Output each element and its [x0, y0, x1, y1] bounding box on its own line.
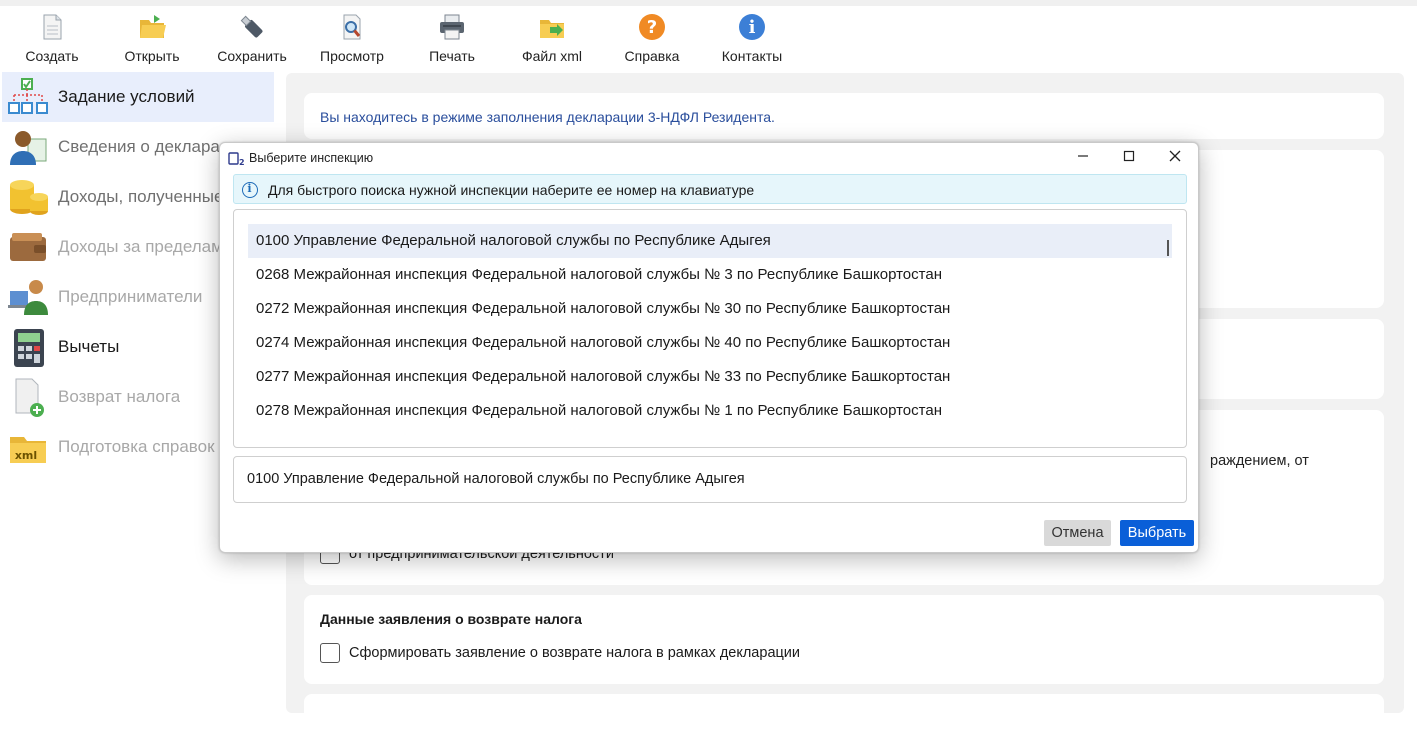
- search-hint-banner: Для быстрого поиска нужной инспекции наб…: [233, 174, 1187, 204]
- refund-application-checkbox[interactable]: [320, 643, 340, 663]
- xml-folder-icon: [537, 12, 567, 42]
- top-strip: [0, 0, 1417, 6]
- toolbar: Создать Открыть Сохранить Просмотр Печат…: [0, 8, 1417, 68]
- dialog-titlebar[interactable]: 2 Выберите инспекцию: [220, 143, 1198, 173]
- selected-inspection-value: 0100 Управление Федеральной налоговой сл…: [247, 471, 745, 487]
- income-option-fragment: раждением, от: [1210, 453, 1309, 469]
- svg-text:2: 2: [239, 158, 244, 167]
- refund-card: Данные заявления о возврате налога Сформ…: [304, 595, 1384, 684]
- mode-info-card: Вы находитесь в режиме заполнения деклар…: [304, 93, 1384, 139]
- inspection-list-item[interactable]: 0100 Управление Федеральной налоговой сл…: [248, 224, 1172, 258]
- inspection-list-item[interactable]: 0274 Межрайонная инспекция Федеральной н…: [248, 326, 1172, 360]
- info-icon: i: [737, 12, 767, 42]
- inspection-list-item[interactable]: 0278 Межрайонная инспекция Федеральной н…: [248, 394, 1172, 428]
- printer-icon: [437, 12, 467, 42]
- svg-text:xml: xml: [15, 449, 37, 462]
- inspection-list-item[interactable]: 0268 Межрайонная инспекция Федеральной н…: [248, 258, 1172, 292]
- sidebar-item-label: Подготовка справок: [58, 437, 215, 456]
- open-folder-icon: [137, 12, 167, 42]
- wallet-icon: [6, 225, 50, 269]
- xml-file-label: Файл xml: [521, 48, 583, 64]
- conditions-tree-icon: [6, 75, 50, 119]
- list-scrollbar-thumb[interactable]: [1167, 240, 1169, 256]
- select-button[interactable]: Выбрать: [1120, 520, 1194, 546]
- maximize-button[interactable]: [1106, 143, 1152, 173]
- create-label: Создать: [25, 48, 79, 64]
- mode-info-text: Вы находитесь в режиме заполнения деклар…: [320, 109, 775, 125]
- sidebar-item-label: Возврат налога: [58, 387, 181, 406]
- inspection-list-item[interactable]: 0277 Межрайонная инспекция Федеральной н…: [248, 360, 1172, 394]
- preview-button[interactable]: Просмотр: [302, 8, 402, 68]
- help-button[interactable]: ? Справка: [602, 8, 702, 68]
- close-button[interactable]: [1152, 143, 1198, 173]
- maximize-icon: [1123, 149, 1135, 167]
- xml-file-button[interactable]: Файл xml: [502, 8, 602, 68]
- preview-label: Просмотр: [320, 48, 384, 64]
- sidebar-item-label: Вычеты: [58, 337, 120, 356]
- svg-text:?: ?: [647, 17, 657, 38]
- preview-magnifier-icon: [337, 12, 367, 42]
- declarant-person-icon: [6, 125, 50, 169]
- svg-text:i: i: [749, 17, 756, 38]
- usb-drive-save-icon: [237, 12, 267, 42]
- sidebar-item-label: Задание условий: [58, 87, 195, 106]
- entrepreneur-icon: [6, 275, 50, 319]
- cancel-button[interactable]: Отмена: [1044, 520, 1111, 546]
- xml-folder-icon: xml: [6, 425, 50, 469]
- search-hint-text: Для быстрого поиска нужной инспекции наб…: [268, 182, 755, 198]
- open-label: Открыть: [124, 48, 180, 64]
- coins-stack-icon: [6, 175, 50, 219]
- app-logo-icon: 2: [228, 151, 245, 167]
- sidebar-item-conditions[interactable]: Задание условий: [2, 72, 274, 122]
- selected-inspection-field: 0100 Управление Федеральной налоговой сл…: [233, 456, 1187, 503]
- inspection-list-item[interactable]: 0272 Межрайонная инспекция Федеральной н…: [248, 292, 1172, 326]
- print-label: Печать: [429, 48, 475, 64]
- refund-title: Данные заявления о возврате налога: [320, 611, 582, 627]
- save-label: Сохранить: [217, 48, 287, 64]
- sidebar-item-label: Доходы за пределам: [58, 237, 223, 256]
- sidebar-item-label: Предприниматели: [58, 287, 203, 306]
- print-button[interactable]: Печать: [402, 8, 502, 68]
- calculator-icon: [6, 325, 50, 369]
- select-inspection-dialog: 2 Выберите инспекцию Для быстрого поиска…: [219, 142, 1199, 553]
- contacts-button[interactable]: i Контакты: [702, 8, 802, 68]
- refund-checkbox-label: Сформировать заявление о возврате налога…: [349, 645, 801, 661]
- sidebar-item-label: Сведения о деклара: [58, 137, 220, 156]
- sidebar-item-label: Доходы, полученные: [58, 187, 224, 206]
- open-button[interactable]: Открыть: [102, 8, 202, 68]
- inspection-list[interactable]: 0100 Управление Федеральной налоговой сл…: [233, 209, 1187, 448]
- help-label: Справка: [624, 48, 680, 64]
- refund-checkbox-row[interactable]: Сформировать заявление о возврате налога…: [320, 643, 800, 663]
- minimize-icon: [1077, 149, 1089, 167]
- document-plus-icon: [6, 375, 50, 419]
- dialog-title: Выберите инспекцию: [249, 151, 374, 165]
- next-card: [304, 694, 1384, 730]
- save-button[interactable]: Сохранить: [202, 8, 302, 68]
- close-icon: [1169, 149, 1181, 167]
- minimize-button[interactable]: [1060, 143, 1106, 173]
- info-icon: [242, 182, 258, 198]
- help-question-icon: ?: [637, 12, 667, 42]
- create-button[interactable]: Создать: [2, 8, 102, 68]
- contacts-label: Контакты: [721, 48, 783, 64]
- new-document-icon: [37, 12, 67, 42]
